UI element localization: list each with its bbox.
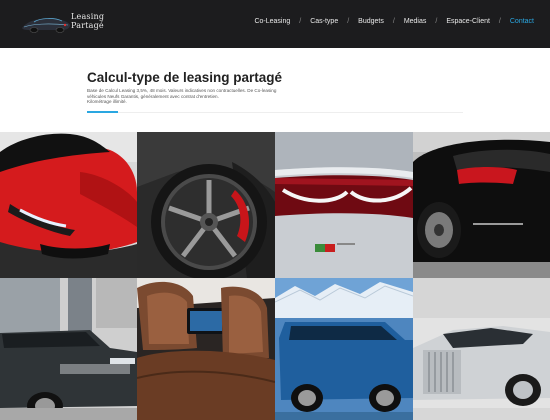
nav-separator: / xyxy=(392,18,395,25)
jaguar-taillight-tile[interactable] xyxy=(275,132,413,278)
nav-budgets[interactable]: Budgets xyxy=(358,18,384,25)
luxury-interior-tile[interactable] xyxy=(137,278,275,420)
site-header: Leasing Partagé Co-Leasing / Cas-type / … xyxy=(0,0,550,48)
nav-cas-type[interactable]: Cas-type xyxy=(310,18,338,25)
nav-contact[interactable]: Contact xyxy=(510,18,534,25)
nav-separator: / xyxy=(299,18,302,25)
black-coupe-rear-image xyxy=(413,132,550,278)
logo-text[interactable]: Leasing Partagé xyxy=(71,12,104,30)
title-divider xyxy=(87,112,463,113)
nav-separator: / xyxy=(498,18,501,25)
sports-car-wheel-tile[interactable] xyxy=(137,132,275,278)
black-coupe-rear-tile[interactable] xyxy=(413,132,550,278)
range-rover-image xyxy=(0,278,137,420)
logo-line-1: Leasing xyxy=(71,12,105,21)
red-sports-car-tile[interactable] xyxy=(0,132,137,278)
nav-espace-client[interactable]: Espace-Client xyxy=(446,18,490,25)
logo-line-2: Partagé xyxy=(71,21,104,30)
rolls-royce-tile[interactable] xyxy=(413,278,550,420)
rolls-royce-image xyxy=(413,278,550,420)
nav-co-leasing[interactable]: Co-Leasing xyxy=(254,18,290,25)
intro-section: Calcul-type de leasing partagé Base de C… xyxy=(0,48,550,132)
page-title: Calcul-type de leasing partagé xyxy=(87,70,283,85)
nav-separator: / xyxy=(347,18,350,25)
sports-car-wheel-image xyxy=(137,132,275,278)
jaguar-taillight-image xyxy=(275,132,413,278)
blue-wagon-tile[interactable] xyxy=(275,278,413,420)
nav-medias[interactable]: Medias xyxy=(404,18,427,25)
blue-wagon-image xyxy=(275,278,413,420)
title-accent-bar xyxy=(87,111,118,113)
description-line-3: Kilométrage illimité. xyxy=(87,99,127,105)
red-sports-car-image xyxy=(0,132,137,278)
luxury-interior-image xyxy=(137,278,275,420)
nav-separator: / xyxy=(435,18,438,25)
description-line-1: Base de Calcul Leasing 3,5%, 48 mois. Va… xyxy=(87,88,277,93)
range-rover-tile[interactable] xyxy=(0,278,137,420)
page-description: Base de Calcul Leasing 3,5%, 48 mois. Va… xyxy=(87,88,302,105)
main-nav: Co-Leasing / Cas-type / Budgets / Medias… xyxy=(254,18,534,25)
car-gallery xyxy=(0,132,550,420)
